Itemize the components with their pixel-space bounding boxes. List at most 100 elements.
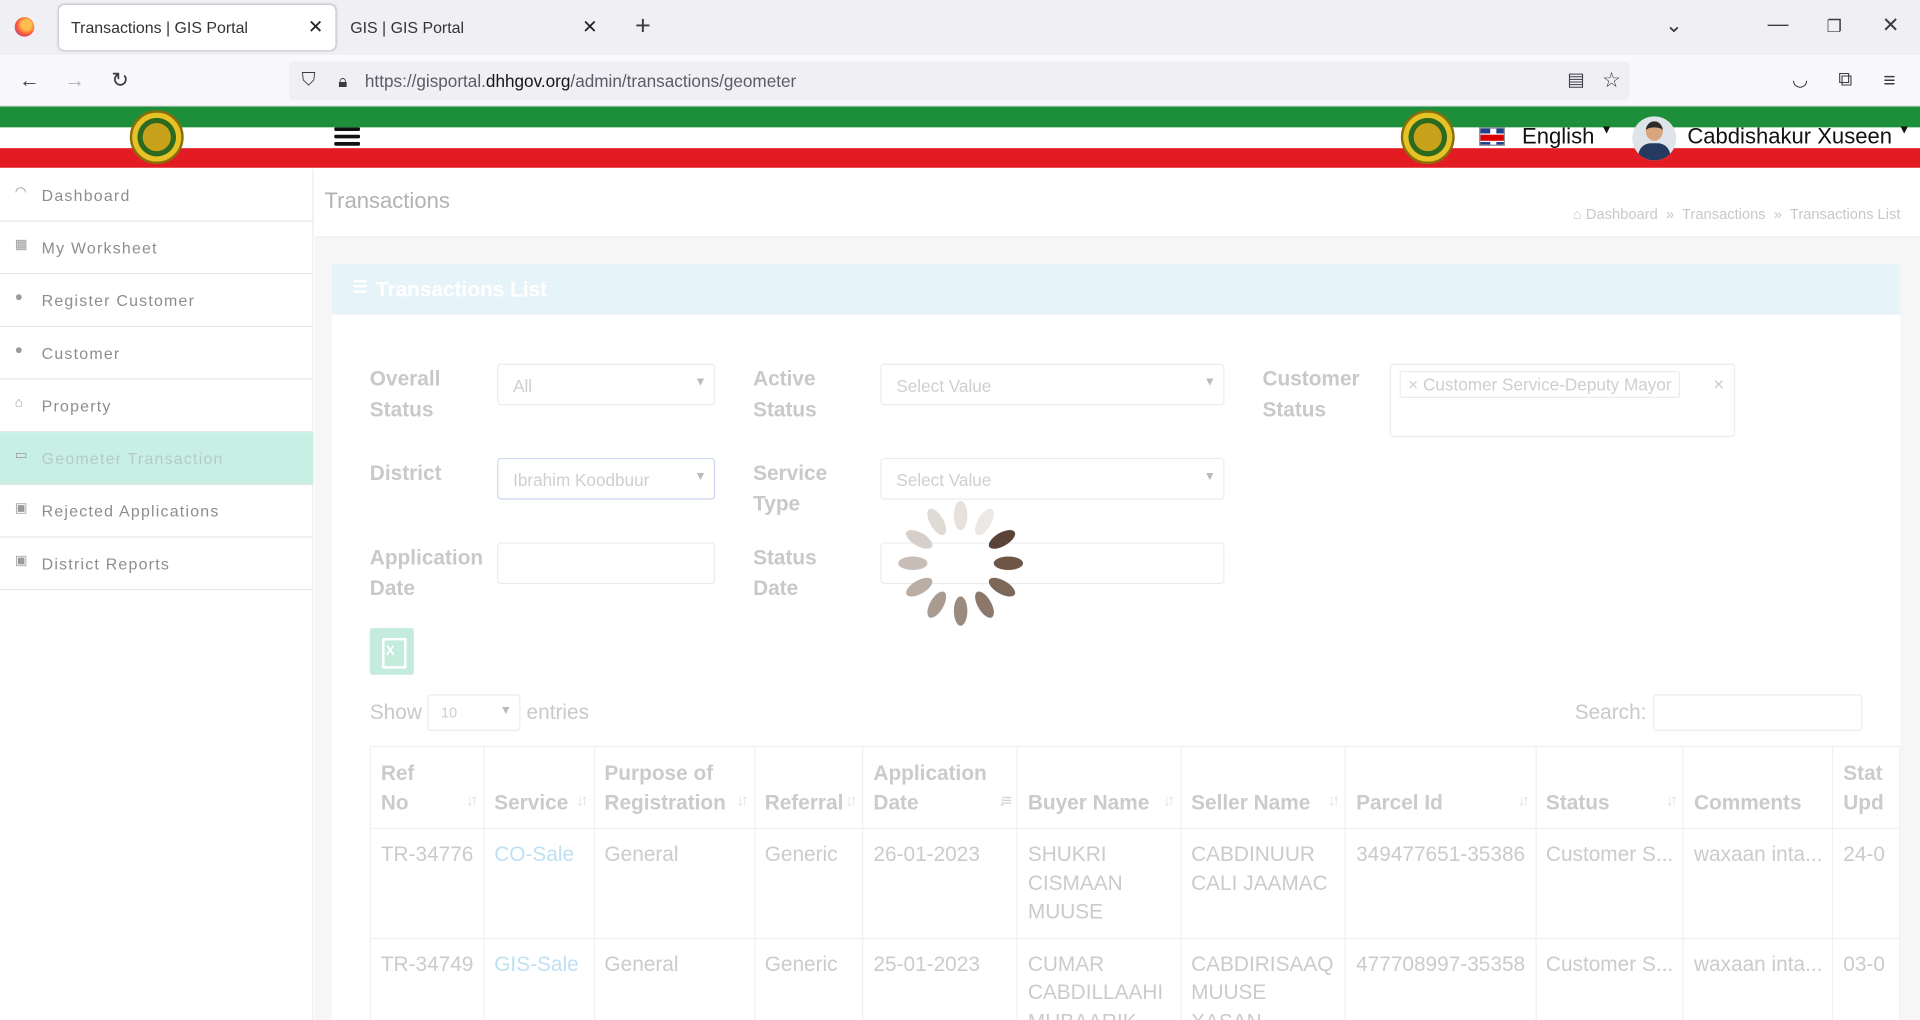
column-header-parcel-id[interactable]: Parcel Id ↓↑ <box>1345 745 1537 829</box>
page-header: Transactions ⌂ Dashboard » Transactions … <box>314 168 1920 238</box>
column-header-seller-name[interactable]: Seller Name ↓↑ <box>1180 745 1347 829</box>
logo-emblem[interactable] <box>129 110 184 165</box>
language-dropdown[interactable]: English ▼ <box>1522 124 1613 150</box>
spinner-petal <box>903 573 936 601</box>
column-label: Referral <box>764 791 844 815</box>
search-input[interactable] <box>1653 694 1863 732</box>
column-header-ref-no[interactable]: Ref No ↓↑ <box>369 745 485 829</box>
page-size-select[interactable]: 10 ▼ <box>427 694 521 732</box>
sidebar-item-district-reports[interactable]: ▣ District Reports <box>0 538 314 591</box>
transactions-table: Ref No ↓↑ Service ↓↑ Purpose of Registrati… <box>369 745 1901 1020</box>
tab-gis[interactable]: GIS | GIS Portal ✕ <box>338 5 610 50</box>
district-value: Ibrahim Koodbuur <box>513 470 650 490</box>
column-header-application-date[interactable]: Application Date ↓≡ <box>862 745 1019 829</box>
chevron-down-icon: ▼ <box>694 470 707 484</box>
service-type-label: Service Type <box>753 461 828 516</box>
cell-seller-name: CABDINUUR CALI JAAMAC <box>1180 827 1347 939</box>
bookmark-star-icon[interactable]: ☆ <box>1600 69 1622 93</box>
breadcrumb-dashboard[interactable]: Dashboard <box>1586 206 1658 223</box>
user-menu[interactable]: Cabdishakur Xuseen ▼ <box>1687 124 1910 150</box>
transactions-card: ☰ Transactions List Overall Status All ▼ … <box>331 264 1901 1020</box>
sidebar-item-my-worksheet[interactable]: ▦ My Worksheet <box>0 222 314 275</box>
column-header-purpose[interactable]: Purpose of Registration ↓↑ <box>593 745 755 829</box>
breadcrumb-separator: » <box>1769 205 1787 223</box>
customer-status-chip[interactable]: × Customer Service-Deputy Mayor <box>1399 371 1681 398</box>
active-status-select[interactable]: Select Value ▼ <box>880 363 1225 406</box>
user-name: Cabdishakur Xuseen <box>1687 123 1892 149</box>
clear-selection-icon[interactable]: × <box>1713 375 1724 396</box>
overall-status-label: Overall Status <box>369 367 441 422</box>
district-select[interactable]: Ibrahim Koodbuur ▼ <box>497 457 716 500</box>
breadcrumb-transactions[interactable]: Transactions <box>1682 206 1766 223</box>
sidebar-item-geometer-transaction[interactable]: ▭ Geometer Transaction <box>0 432 314 485</box>
header-emblem <box>1400 110 1455 165</box>
reload-icon[interactable]: ↻ <box>108 69 132 93</box>
close-tab-icon[interactable]: ✕ <box>582 5 597 50</box>
card-title: Transactions List <box>375 277 548 302</box>
column-header-service[interactable]: Service ↓↑ <box>483 745 595 829</box>
spinner-petal <box>953 596 968 626</box>
chip-remove-icon[interactable]: × <box>1408 375 1418 395</box>
column-header-referral[interactable]: Referral ↓↑ <box>753 745 864 829</box>
sidebar-item-rejected-applications[interactable]: ▣ Rejected Applications <box>0 485 314 538</box>
sidebar-item-customer[interactable]: ● Customer <box>0 327 314 380</box>
new-tab-icon[interactable]: + <box>631 12 655 39</box>
cell-ref-no: TR-34749 <box>369 937 485 1020</box>
sort-icon: ↓↑ <box>1517 791 1530 810</box>
close-window-icon[interactable]: ✕ <box>1878 13 1902 37</box>
application-date-input[interactable] <box>497 542 716 585</box>
url-text[interactable]: https://gisportal.dhhgov.org/admin/trans… <box>365 71 796 91</box>
url-prefix: https://gisportal. <box>364 71 486 91</box>
sort-icon: ↓↑ <box>845 791 857 810</box>
close-tab-icon[interactable]: ✕ <box>308 5 323 50</box>
overall-status-value: All <box>513 375 533 396</box>
cell-service-link[interactable]: GIS-Sale <box>483 937 595 1020</box>
sidebar-item-property[interactable]: ⌂ Property <box>0 380 314 433</box>
avatar[interactable] <box>1632 116 1677 161</box>
sidebar-item-dashboard[interactable]: ◠ Dashboard <box>0 169 314 222</box>
active-status-label: Active Status <box>753 367 817 422</box>
column-header-buyer-name[interactable]: Buyer Name ↓↑ <box>1016 745 1182 829</box>
chevron-down-icon: ▼ <box>1203 375 1216 390</box>
sidebar-item-register-customer[interactable]: ● Register Customer <box>0 274 314 327</box>
column-label: Status <box>1545 791 1610 815</box>
column-header-status-updated[interactable]: Stat Upd <box>1832 745 1901 829</box>
overall-status-select[interactable]: All ▼ <box>497 363 716 406</box>
list-tabs-icon[interactable]: ⌄ <box>1662 13 1686 37</box>
pocket-icon[interactable]: ◡ <box>1788 69 1812 93</box>
spinner-petal <box>903 526 936 553</box>
show-label: Show <box>369 700 422 724</box>
customer-status-multiselect[interactable]: × Customer Service-Deputy Mayor × <box>1389 363 1736 438</box>
menu-icon[interactable]: ≡ <box>1877 69 1901 93</box>
column-label: Stat Upd <box>1843 761 1884 815</box>
table-row[interactable]: TR-34749 GIS-Sale General Generic 25-01-… <box>369 937 1901 1020</box>
service-type-select[interactable]: Select Value ▼ <box>880 457 1225 500</box>
cell-service-link[interactable]: CO-Sale <box>483 827 595 939</box>
forward-icon[interactable]: → <box>62 69 86 93</box>
reader-view-icon[interactable]: ▤ <box>1565 69 1587 93</box>
lock-icon[interactable]: 🔒︎ <box>333 69 353 93</box>
cell-buyer-name: SHUKRI CISMAAN MUUSE <box>1016 827 1182 939</box>
sort-icon: ↓↑ <box>736 791 749 810</box>
chip-label: Customer Service-Deputy Mayor <box>1422 374 1672 395</box>
shield-icon[interactable]: ⛉ <box>298 69 320 93</box>
column-header-comments[interactable]: Comments <box>1682 745 1834 829</box>
search-label: Search: <box>1574 700 1647 724</box>
home-icon: ⌂ <box>14 395 25 411</box>
column-header-status[interactable]: Status ↓↑ <box>1534 745 1685 829</box>
tab-title: Transactions | GIS Portal <box>71 18 248 37</box>
export-excel-button[interactable] <box>369 628 414 675</box>
table-row[interactable]: TR-34776 CO-Sale General Generic 26-01-2… <box>369 827 1901 939</box>
minimize-icon[interactable]: — <box>1766 12 1790 36</box>
restore-icon[interactable]: ❐ <box>1822 13 1846 37</box>
cell-comments: waxaan inta... <box>1682 937 1834 1020</box>
column-label: Seller Name <box>1191 791 1311 815</box>
url-bar[interactable]: ⛉ 🔒︎ https://gisportal.dhhgov.org/admin/… <box>288 61 1630 101</box>
document-icon: ▣ <box>14 500 29 516</box>
hamburger-menu-icon[interactable] <box>334 127 361 147</box>
column-label: Application Date <box>873 761 987 815</box>
back-icon[interactable]: ← <box>17 69 41 93</box>
tab-transactions[interactable]: Transactions | GIS Portal ✕ <box>58 4 336 51</box>
extensions-icon[interactable]: ⧉ <box>1833 69 1857 93</box>
district-label: District <box>369 461 442 485</box>
